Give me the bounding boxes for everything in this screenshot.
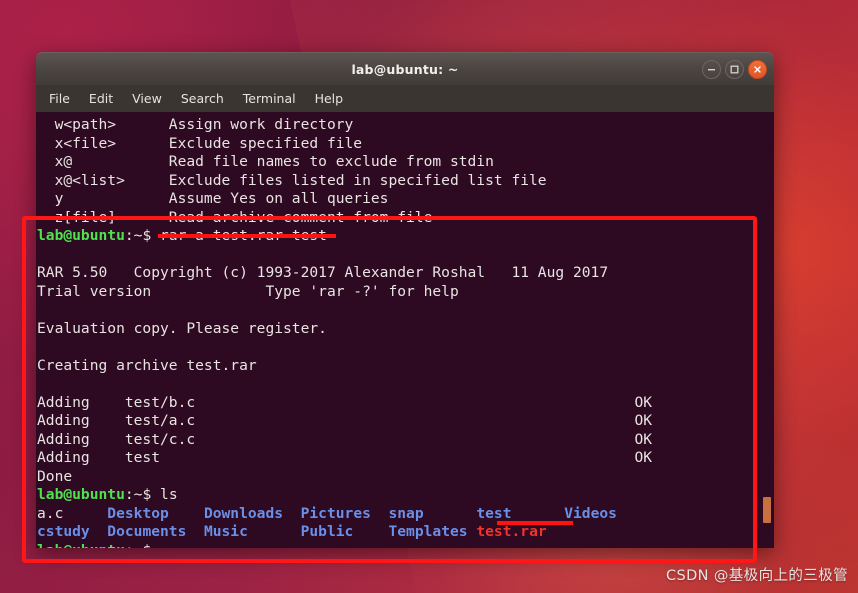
terminal-segment: Desktop	[107, 504, 204, 522]
window-titlebar[interactable]: lab@ubuntu: ~	[36, 52, 774, 85]
terminal-line-add-test: Adding test OK	[36, 449, 652, 468]
terminal-segment: Adding test/a.c OK	[37, 412, 653, 429]
terminal-line-rar-creating: Creating archive test.rar	[36, 357, 652, 376]
terminal-segment: a.c	[37, 504, 108, 522]
terminal-line-cmd-ls: lab@ubuntu:~$ ls	[36, 486, 652, 505]
terminal-segment: Documents	[107, 523, 204, 540]
terminal-segment: x@ Read file names to exclude from stdin	[37, 153, 494, 170]
terminal-segment: Videos	[564, 504, 617, 522]
terminal-content-area[interactable]: w<path> Assign work directory x<file> Ex…	[36, 112, 774, 548]
terminal-line-rar-eval: Evaluation copy. Please register.	[36, 320, 652, 339]
terminal-segment: Music	[203, 523, 301, 540]
terminal-line-add-cc: Adding test/c.c OK	[36, 431, 652, 450]
terminal-line-help-xatlist: x@<list> Exclude files listed in specifi…	[36, 172, 652, 191]
terminal-line-blank-2	[36, 301, 652, 320]
terminal-line-cmd-rar: lab@ubuntu:~$ rar a test.rar test	[36, 227, 652, 246]
window-controls	[702, 53, 767, 85]
window-title: lab@ubuntu: ~	[351, 61, 459, 77]
terminal-segment: w<path> Assign work directory	[37, 116, 354, 133]
terminal-line-blank-1	[36, 246, 652, 265]
maximize-icon	[730, 65, 739, 73]
terminal-line-ls-row-1: a.c Desktop Downloads Pictures snap test…	[36, 505, 652, 524]
terminal-segment: Trial version Type 'rar -?' for help	[37, 282, 459, 300]
terminal-segment: :~$	[124, 486, 161, 503]
menu-item-view[interactable]: View	[130, 89, 164, 108]
terminal-segment: test.rar	[476, 523, 547, 540]
terminal-segment: lab@ubuntu	[37, 227, 125, 244]
terminal-window: lab@ubuntu: ~ File Edit View Search Term…	[36, 52, 774, 548]
terminal-segment: x<file> Exclude specified file	[37, 134, 363, 152]
terminal-segment: Pictures	[300, 504, 389, 522]
terminal-segment: RAR 5.50 Copyright (c) 1993-2017 Alexand…	[37, 264, 609, 281]
maximize-button[interactable]	[725, 59, 744, 79]
terminal-segment: z[file] Read archive comment from file	[37, 208, 433, 226]
terminal-segment: cstudy	[37, 523, 108, 540]
terminal-line-rar-done: Done	[36, 468, 652, 487]
terminal-segment: lab@ubuntu	[37, 542, 125, 549]
menu-item-edit[interactable]: Edit	[87, 89, 115, 108]
terminal-segment: Done	[37, 467, 73, 485]
menubar: File Edit View Search Terminal Help	[36, 85, 774, 112]
terminal-segment: rar a test.rar test	[160, 227, 327, 244]
terminal-segment: x@<list> Exclude files listed in specifi…	[37, 171, 547, 189]
terminal-line-cmd-final: lab@ubuntu:~$	[36, 542, 652, 549]
terminal-line-add-bc: Adding test/b.c OK	[36, 394, 652, 413]
terminal-line-help-w: w<path> Assign work directory	[36, 116, 652, 135]
menu-item-search[interactable]: Search	[179, 89, 226, 108]
terminal-segment: Adding test/c.c OK	[37, 430, 653, 448]
minimize-icon	[708, 68, 715, 70]
terminal-segment: :~$	[124, 227, 161, 244]
terminal-segment: test	[476, 504, 565, 522]
terminal-segment: :~$	[125, 542, 160, 549]
terminal-line-rar-ver: RAR 5.50 Copyright (c) 1993-2017 Alexand…	[36, 264, 652, 283]
terminal-line-help-x: x<file> Exclude specified file	[36, 135, 652, 154]
terminal-scrollbar-thumb[interactable]	[763, 497, 771, 523]
terminal-line-blank-3	[36, 338, 652, 357]
menu-item-file[interactable]: File	[47, 89, 72, 108]
terminal-segment: ls	[160, 486, 178, 503]
terminal-segment: y Assume Yes on all queries	[37, 190, 389, 207]
terminal-segment: Adding test OK	[37, 449, 653, 466]
watermark-text: CSDN @基极向上的三极管	[665, 568, 848, 584]
terminal-line-help-y: y Assume Yes on all queries	[36, 190, 652, 209]
terminal-text-output: w<path> Assign work directory x<file> Ex…	[36, 112, 652, 548]
minimize-button[interactable]	[702, 59, 721, 79]
terminal-line-rar-trial: Trial version Type 'rar -?' for help	[36, 283, 652, 302]
close-icon	[754, 65, 761, 73]
menu-item-help[interactable]: Help	[313, 89, 346, 108]
terminal-segment: snap	[388, 504, 477, 522]
terminal-scrollbar-track[interactable]	[760, 112, 774, 548]
menu-item-terminal[interactable]: Terminal	[241, 89, 298, 108]
terminal-line-help-z: z[file] Read archive comment from file	[36, 209, 652, 228]
terminal-segment: Evaluation copy. Please register.	[37, 319, 327, 337]
terminal-segment: Adding test/b.c OK	[37, 393, 653, 411]
terminal-line-blank-4	[36, 375, 652, 394]
terminal-segment: Creating archive test.rar	[37, 356, 257, 374]
terminal-segment: lab@ubuntu	[37, 486, 125, 503]
terminal-segment: Templates	[388, 523, 477, 540]
terminal-line-ls-row-2: cstudy Documents Music Public Templates …	[36, 523, 652, 542]
terminal-segment: Downloads	[203, 504, 301, 522]
close-button[interactable]	[748, 59, 767, 79]
terminal-segment: Public	[300, 523, 389, 540]
terminal-line-add-ac: Adding test/a.c OK	[36, 412, 652, 431]
terminal-line-help-xat: x@ Read file names to exclude from stdin	[36, 153, 652, 172]
